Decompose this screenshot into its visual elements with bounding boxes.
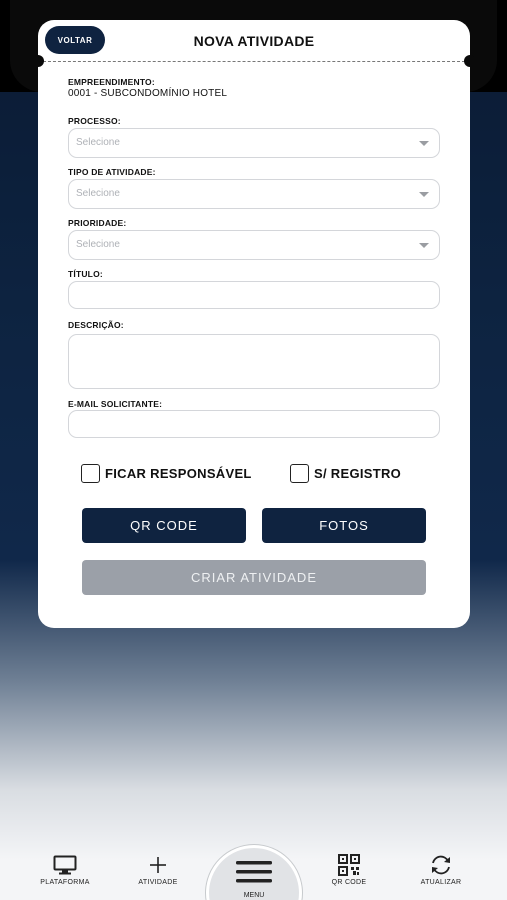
email-label: E-MAIL SOLICITANTE: xyxy=(68,399,163,409)
sem-registro-checkbox[interactable] xyxy=(290,463,309,483)
ticket-punch-left xyxy=(32,55,44,67)
ficar-responsavel-label: FICAR RESPONSÁVEL xyxy=(105,465,252,481)
nav-qrcode[interactable]: QR CODE xyxy=(309,854,389,886)
descricao-label: DESCRIÇÃO: xyxy=(68,320,124,330)
titulo-input[interactable] xyxy=(68,281,440,309)
descricao-textarea[interactable] xyxy=(68,334,440,389)
chevron-down-icon xyxy=(419,243,429,248)
prioridade-label: PRIORIDADE: xyxy=(68,218,127,228)
sem-registro-option[interactable]: S/ REGISTRO xyxy=(290,463,401,483)
chevron-down-icon xyxy=(419,141,429,146)
tipo-placeholder: Selecione xyxy=(76,188,120,199)
nav-plataforma-label: PLATAFORMA xyxy=(40,879,90,886)
tipo-atividade-select[interactable]: Selecione xyxy=(68,179,440,209)
qr-code-button[interactable]: QR CODE xyxy=(82,508,246,543)
divider xyxy=(38,61,470,62)
nav-atividade[interactable]: ATIVIDADE xyxy=(118,854,198,886)
monitor-icon xyxy=(25,854,105,876)
processo-placeholder: Selecione xyxy=(76,137,120,148)
ficar-responsavel-checkbox[interactable] xyxy=(81,463,100,483)
nav-atividade-label: ATIVIDADE xyxy=(138,879,178,886)
fotos-button[interactable]: FOTOS xyxy=(262,508,426,543)
chevron-down-icon xyxy=(419,192,429,197)
tipo-atividade-label: TIPO DE ATIVIDADE: xyxy=(68,167,156,177)
ticket-punch-right xyxy=(464,55,476,67)
empreendimento-label: EMPREENDIMENTO: xyxy=(68,77,155,87)
processo-select[interactable]: Selecione xyxy=(68,128,440,158)
plus-icon xyxy=(118,854,198,876)
nav-atualizar[interactable]: ATUALIZAR xyxy=(401,854,481,886)
ficar-responsavel-option[interactable]: FICAR RESPONSÁVEL xyxy=(81,463,252,483)
page-title: NOVA ATIVIDADE xyxy=(193,33,315,49)
menu-label: MENU xyxy=(243,892,265,899)
processo-label: PROCESSO: xyxy=(68,116,121,126)
sem-registro-label: S/ REGISTRO xyxy=(314,465,402,481)
card-header: VOLTAR NOVA ATIVIDADE xyxy=(32,20,476,67)
titulo-label: TÍTULO: xyxy=(68,269,103,279)
refresh-icon xyxy=(401,854,481,876)
prioridade-placeholder: Selecione xyxy=(76,239,120,250)
nav-plataforma[interactable]: PLATAFORMA xyxy=(25,854,105,886)
email-input[interactable] xyxy=(68,410,440,438)
prioridade-select[interactable]: Selecione xyxy=(68,230,440,260)
empreendimento-value: 0001 - SUBCONDOMÍNIO HOTEL xyxy=(68,88,228,99)
hamburger-icon xyxy=(209,860,299,884)
nav-qrcode-label: QR CODE xyxy=(331,879,367,886)
qr-code-icon xyxy=(309,854,389,876)
nav-atualizar-label: ATUALIZAR xyxy=(420,879,462,886)
new-activity-card: VOLTAR NOVA ATIVIDADE EMPREENDIMENTO: 00… xyxy=(32,20,476,628)
criar-atividade-button[interactable]: CRIAR ATIVIDADE xyxy=(82,560,426,595)
